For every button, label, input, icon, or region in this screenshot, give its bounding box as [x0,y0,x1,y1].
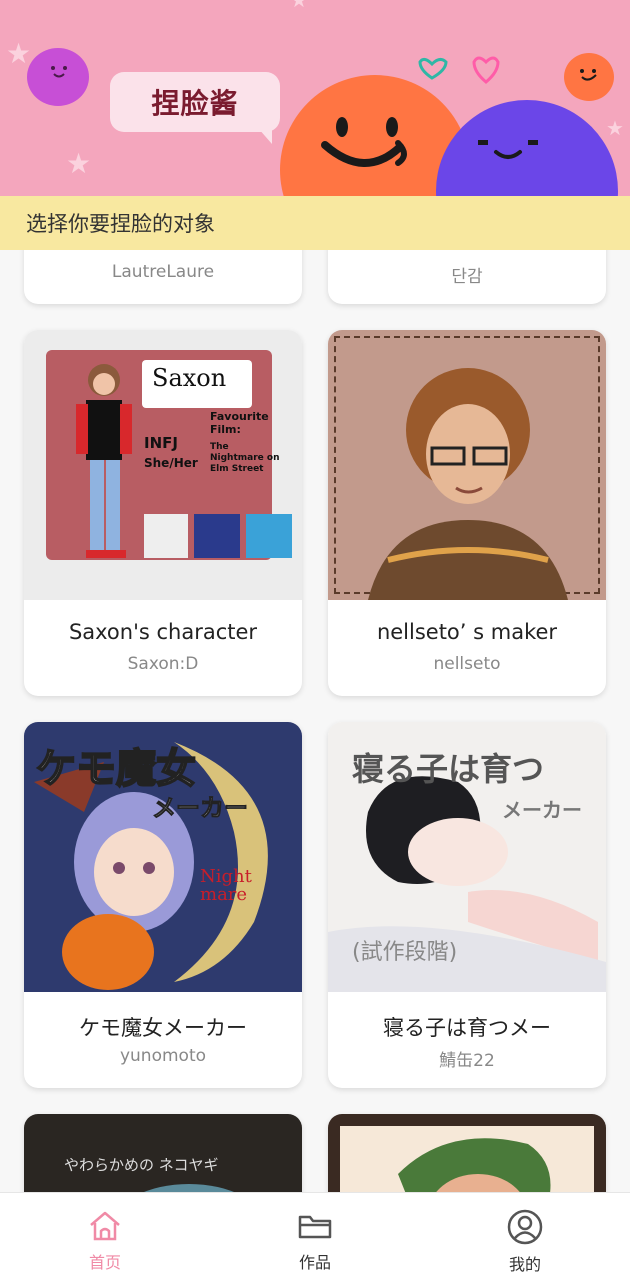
character-figure-icon [76,364,132,558]
thumb-sub-text: メーカー [502,798,582,822]
purple-smiley-blob [27,48,89,106]
maker-card[interactable]: 寝る子は育つ メーカー (試作段階) 寝る子は育つメー 鯖缶22 [328,722,606,1088]
tab-mine[interactable]: 我的 [420,1193,630,1280]
tab-home[interactable]: 首页 [0,1193,210,1280]
thumb-big-text: ケモ魔女 [35,745,197,793]
app-root: ★ ★ ★ ★ 捏脸酱 选择你要捏脸的对象 LautreLaure 단감 Sax… [0,0,630,1280]
card-author: yunomoto [119,1046,207,1066]
card-author: 鯖缶22 [439,1051,495,1071]
character-art-saxon: Saxon INFJ She/Her Favourite Film: The N… [24,330,302,600]
teal-heart-icon [418,57,448,80]
thumb-fav: Favourite Film: [210,410,269,437]
album-thumb [144,514,188,558]
title-speech-bubble: 捏脸酱 [110,72,280,144]
bottom-tab-bar: 首页 作品 我的 [0,1192,630,1280]
page-subtitle: 选择你要捏脸的对象 [26,212,215,236]
character-art-sleeping: 寝る子は育つ メーカー (試作段階) [328,722,606,992]
album-thumb [194,514,240,558]
subtitle-bar: 选择你要捏脸的对象 [0,196,630,250]
character-art-partial-right [328,1114,606,1192]
tab-label: 首页 [88,1253,121,1272]
pink-heart-icon [472,56,500,84]
portrait-icon [368,368,568,600]
star-decoration: ★ [290,0,308,12]
thumb-name: Saxon [152,364,227,392]
album-thumb [246,514,292,558]
star-decoration: ★ [66,147,92,180]
header-banner: ★ ★ ★ ★ 捏脸酱 [0,0,630,196]
card-title: ケモ魔女メーカー [79,1016,247,1040]
portrait-icon [398,1138,551,1192]
card-author: LautreLaure [111,262,215,282]
orange-small-smiley-blob [564,53,614,101]
card-author: Saxon:D [127,654,199,674]
maker-card[interactable]: nellseto’ s maker nellseto [328,330,606,696]
blue-smiley-blob [436,100,618,196]
thumb-mbti: INFJ [144,434,178,452]
character-art-partial-left: やわらかめの ネコヤギ [24,1114,302,1192]
maker-card[interactable]: Saxon INFJ She/Her Favourite Film: The N… [24,330,302,696]
card-title: 寝る子は育つメー [383,1016,551,1040]
tab-works[interactable]: 作品 [210,1193,420,1280]
maker-grid: LautreLaure 단감 Saxon INFJ She/Her Favour… [0,250,630,1192]
character-art-nellseto [328,330,606,600]
folder-icon [298,1215,332,1239]
maker-card[interactable] [328,1114,606,1192]
thumb-pronouns: She/Her [144,456,198,470]
tab-label: 作品 [298,1253,331,1272]
thumb-text: やわらかめの ネコヤギ [64,1156,219,1174]
character-art-witch: ケモ魔女 メーカー Night mare [24,722,302,992]
thumb-sub-text: メーカー [152,794,249,823]
tab-label: 我的 [508,1255,541,1274]
maker-card[interactable]: 단감 [328,250,606,304]
thumb-shape [114,1184,264,1192]
home-icon [90,1211,120,1241]
thumb-note-text: (試作段階) [352,940,458,965]
card-title: Saxon's character [68,620,258,644]
profile-icon [507,1209,543,1245]
thumb-tag-text: Night mare [200,866,252,905]
maker-card[interactable]: やわらかめの ネコヤギ [24,1114,302,1192]
card-author: 단감 [451,267,483,287]
thumb-film: The Nightmare on Elm Street [210,442,280,474]
thumb-big-text: 寝る子は育つ [352,750,545,788]
app-title: 捏脸酱 [151,87,239,120]
maker-card[interactable]: ケモ魔女 メーカー Night mare ケモ魔女メーカー yunomoto [24,722,302,1088]
maker-card[interactable]: LautreLaure [24,250,302,304]
card-title: nellseto’ s maker [376,620,558,644]
card-author: nellseto [433,654,501,674]
